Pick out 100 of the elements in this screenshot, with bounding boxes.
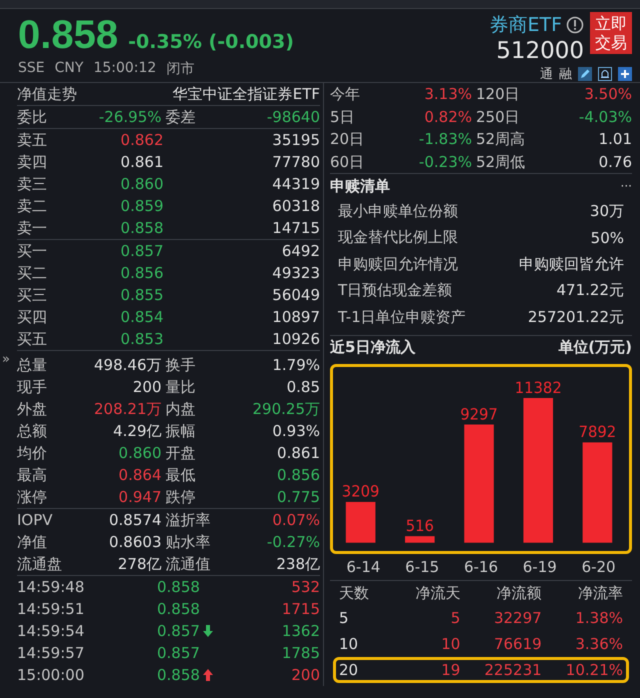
table-cell: 10.21% bbox=[566, 662, 623, 678]
order-price: 0.861 bbox=[120, 153, 164, 171]
field-value: 471.22元 bbox=[556, 281, 624, 300]
tick-volume: 1362 bbox=[282, 622, 320, 640]
order-volume: 44319 bbox=[272, 175, 320, 193]
field-value: 0.76 bbox=[598, 152, 632, 172]
tick-time: 14:59:48 bbox=[17, 578, 86, 596]
table-cell: 1.38% bbox=[575, 610, 623, 626]
table-cell: 225231 bbox=[484, 662, 542, 678]
order-volume: 77780 bbox=[272, 153, 320, 171]
field-label: 跌停 bbox=[166, 488, 196, 506]
field-label: 外盘 bbox=[17, 400, 48, 418]
order-level: 买四 bbox=[17, 308, 48, 326]
field-label: 5日 bbox=[330, 106, 356, 128]
axis-label: 6-20 bbox=[582, 558, 616, 576]
field-label: 委比 bbox=[17, 108, 48, 126]
field-label: 20日 bbox=[330, 129, 366, 150]
price-change: -0.35% (-0.003) bbox=[128, 31, 294, 53]
bar bbox=[405, 536, 435, 542]
table-cell: 19 bbox=[441, 662, 460, 678]
field-value: 3.50% bbox=[584, 84, 632, 105]
field-value: 0.85 bbox=[286, 378, 320, 396]
order-level: 买二 bbox=[17, 264, 48, 282]
field-label: 现手 bbox=[17, 378, 48, 396]
axis-label: 6-14 bbox=[346, 558, 380, 576]
table-cell: 5 bbox=[450, 610, 460, 626]
field-value: 50% bbox=[590, 228, 624, 247]
field-label: 流通值 bbox=[166, 555, 212, 573]
field-label: T-1日单位申赎资产 bbox=[338, 308, 466, 327]
axis-label: 6-15 bbox=[405, 558, 440, 576]
field-value: 0.947 bbox=[118, 488, 162, 506]
field-label: 今年 bbox=[330, 84, 361, 105]
field-value: 0.8603 bbox=[109, 533, 162, 551]
bell-icon[interactable] bbox=[598, 67, 612, 81]
expand-handle[interactable]: » bbox=[2, 352, 10, 367]
field-value: 申购赎回皆允许 bbox=[519, 254, 624, 274]
field-value: 498.46万 bbox=[94, 356, 162, 374]
order-level: 卖一 bbox=[17, 218, 48, 238]
order-price: 0.854 bbox=[120, 308, 164, 326]
field-value: 0.82% bbox=[424, 106, 472, 128]
market-status: 闭市 bbox=[166, 60, 194, 78]
field-label: 最高 bbox=[17, 466, 48, 484]
column-header: 净流率 bbox=[578, 582, 623, 604]
order-volume: 14715 bbox=[272, 219, 320, 237]
tick-time: 14:59:54 bbox=[17, 622, 86, 640]
field-label: 60日 bbox=[330, 152, 366, 172]
plus-icon[interactable] bbox=[618, 67, 632, 81]
field-value: 1.01 bbox=[598, 129, 632, 150]
more-button[interactable]: ··· bbox=[620, 179, 632, 193]
order-price: 0.862 bbox=[120, 131, 164, 149]
field-label: 贴水率 bbox=[166, 533, 212, 551]
order-price: 0.853 bbox=[120, 330, 164, 348]
field-value: 200 bbox=[132, 378, 162, 396]
section-title: 申赎清单 bbox=[330, 176, 390, 196]
order-price: 0.857 bbox=[120, 242, 164, 260]
field-value: 278亿 bbox=[118, 555, 162, 573]
bar-value: 3209 bbox=[342, 482, 380, 500]
bar-value: 516 bbox=[406, 516, 434, 535]
fund-name: 华宝中证全指证券ETF bbox=[172, 84, 320, 104]
table-cell: 32297 bbox=[494, 610, 542, 626]
field-label: 振幅 bbox=[166, 422, 196, 440]
bar-value: 9297 bbox=[460, 404, 498, 423]
field-label: 委差 bbox=[166, 108, 196, 126]
field-label: 52周高 bbox=[476, 129, 526, 150]
unit-label: 单位(万元) bbox=[558, 338, 632, 357]
order-volume: 35195 bbox=[272, 131, 320, 149]
field-value: 0.07% bbox=[272, 511, 320, 529]
column-header: 净流天 bbox=[415, 582, 460, 604]
field-value: -1.83% bbox=[418, 129, 472, 150]
field-label: 溢折率 bbox=[166, 511, 212, 529]
tick-time: 14:59:57 bbox=[17, 644, 86, 662]
field-label: 换手 bbox=[166, 356, 196, 374]
axis-label: 6-16 bbox=[464, 558, 498, 576]
tick-volume: 1715 bbox=[282, 600, 320, 618]
order-volume: 56049 bbox=[272, 286, 320, 304]
field-value: 0.775 bbox=[277, 488, 320, 506]
order-volume: 6492 bbox=[282, 242, 320, 260]
field-label: 均价 bbox=[17, 444, 48, 462]
order-price: 0.856 bbox=[120, 264, 164, 282]
order-volume: 49323 bbox=[272, 264, 320, 282]
alert-icon[interactable] bbox=[566, 16, 584, 34]
pencil-icon[interactable] bbox=[578, 67, 592, 81]
field-label: 申购赎回允许情况 bbox=[338, 254, 458, 274]
bar-value: 7892 bbox=[578, 422, 616, 441]
field-label: 最小申赎单位份额 bbox=[338, 202, 458, 221]
field-value: -4.03% bbox=[578, 106, 632, 128]
margin-label: 融 bbox=[559, 66, 572, 83]
order-price: 0.858 bbox=[120, 219, 164, 237]
field-label: 流通盘 bbox=[17, 555, 63, 573]
field-value: -98640 bbox=[266, 108, 320, 126]
order-level: 买三 bbox=[17, 286, 48, 304]
order-price: 0.859 bbox=[120, 197, 164, 215]
trade-button[interactable]: 立即交易 bbox=[590, 12, 632, 54]
field-value: 1.79% bbox=[272, 356, 320, 374]
field-label: 内盘 bbox=[166, 400, 196, 418]
column-header: 天数 bbox=[339, 582, 370, 604]
table-cell-text: 10 bbox=[339, 636, 360, 652]
field-label: 涨停 bbox=[17, 488, 48, 506]
tick-price: 0.858 bbox=[157, 666, 200, 684]
last-price: 0.858 bbox=[18, 12, 118, 58]
